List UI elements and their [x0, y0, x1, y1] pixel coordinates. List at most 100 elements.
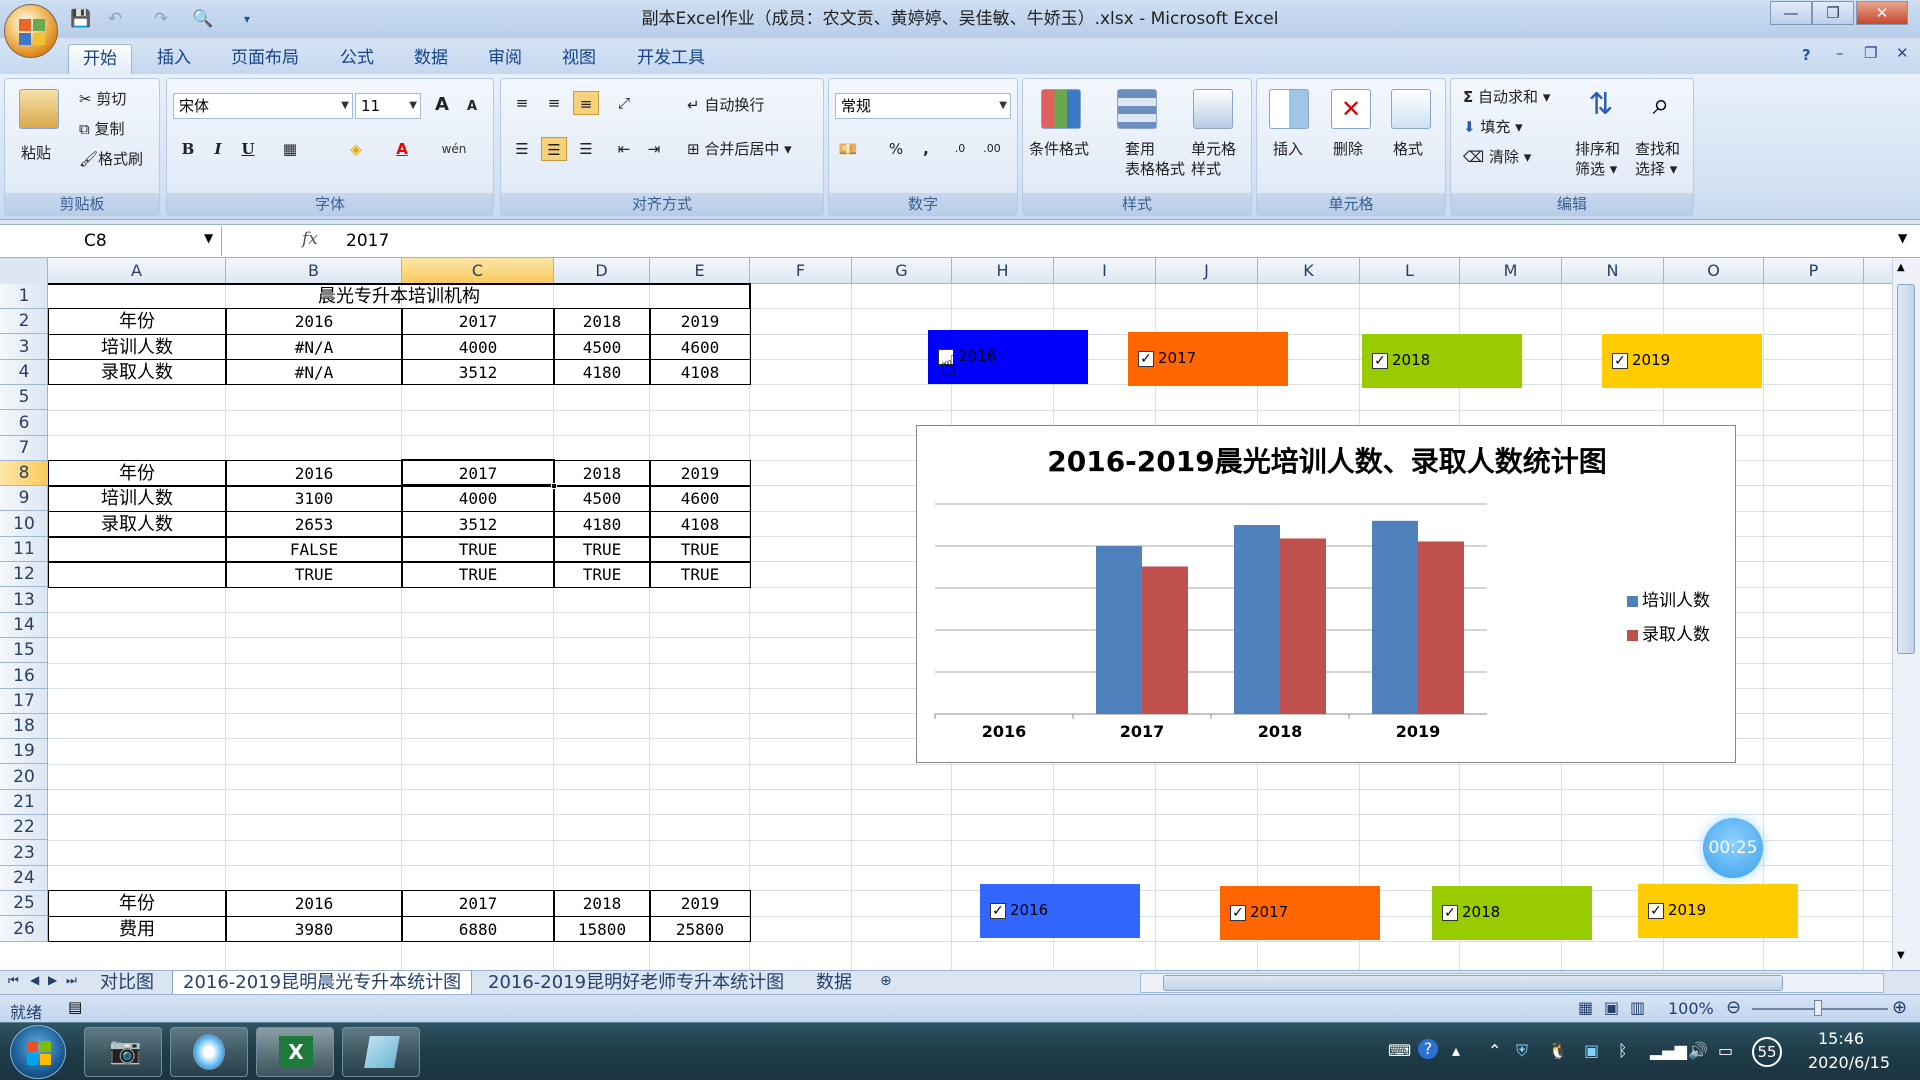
- row-header-26[interactable]: 26: [0, 917, 48, 942]
- row-header-15[interactable]: 15: [0, 638, 48, 664]
- checkbox-2018-top[interactable]: ✓ 2018: [1362, 334, 1522, 388]
- checkbox-box[interactable]: ✓: [1372, 353, 1388, 369]
- checkbox-2019-top[interactable]: ✓ 2019: [1602, 334, 1762, 388]
- column-header-i[interactable]: I: [1054, 258, 1156, 284]
- cell-C4[interactable]: 3512: [402, 360, 554, 385]
- row-header-25[interactable]: 25: [0, 891, 48, 917]
- start-button[interactable]: [10, 1025, 66, 1079]
- h-scroll-thumb[interactable]: [1163, 975, 1783, 991]
- copy-button[interactable]: ⧉ 复制: [79, 119, 125, 139]
- row-header-7[interactable]: 7: [0, 436, 48, 461]
- chevron-down-icon[interactable]: ▼: [204, 231, 213, 245]
- cell-styles-button[interactable]: 单元格 样式: [1191, 139, 1236, 179]
- cell-E10[interactable]: 4108: [650, 512, 750, 537]
- row-header-3[interactable]: 3: [0, 335, 48, 360]
- row-header-16[interactable]: 16: [0, 664, 48, 689]
- row-header-2[interactable]: 2: [0, 309, 48, 335]
- checkbox-box[interactable]: ✓: [990, 903, 1006, 919]
- decrease-decimal-button[interactable]: .00: [979, 137, 1005, 161]
- tab-review[interactable]: 审阅: [478, 44, 532, 74]
- column-header-k[interactable]: K: [1258, 258, 1360, 284]
- orientation-icon[interactable]: ⤢: [611, 91, 637, 115]
- clock-date[interactable]: 2020/6/15: [1808, 1053, 1890, 1072]
- horizontal-scrollbar[interactable]: [1140, 973, 1884, 993]
- chart-bar-training-2018[interactable]: [1234, 525, 1280, 714]
- insert-cells-button[interactable]: 插入: [1273, 139, 1303, 159]
- cell-A3[interactable]: 培训人数: [48, 335, 226, 360]
- normal-view-icon[interactable]: ▦: [1578, 998, 1593, 1017]
- next-sheet-icon[interactable]: ▶: [48, 973, 57, 987]
- cell-B9[interactable]: 3100: [226, 486, 402, 511]
- row-header-18[interactable]: 18: [0, 714, 48, 740]
- zoom-in-icon[interactable]: ⊕: [1892, 997, 1907, 1018]
- cell-B4[interactable]: #N/A: [226, 360, 402, 385]
- clock-time[interactable]: 15:46: [1818, 1029, 1864, 1048]
- row-header-1[interactable]: 1: [0, 284, 48, 309]
- cell-A25[interactable]: 年份: [48, 891, 226, 916]
- cell-D3[interactable]: 4500: [554, 335, 650, 360]
- cell-C2[interactable]: 2017: [402, 309, 554, 334]
- column-header-c[interactable]: C: [402, 258, 554, 284]
- clear-button[interactable]: ⌫ 清除 ▾: [1463, 147, 1531, 167]
- tray-arrow-icon[interactable]: ▴: [1452, 1041, 1460, 1060]
- align-top-icon[interactable]: ≡: [509, 91, 535, 115]
- taskbar-camera-app[interactable]: 📷: [84, 1027, 162, 1077]
- merge-center-button[interactable]: ⊞ 合并后居中 ▾: [687, 139, 792, 159]
- tab-insert[interactable]: 插入: [146, 44, 202, 74]
- column-header-e[interactable]: E: [650, 258, 750, 284]
- conditional-format-button[interactable]: 条件格式: [1029, 139, 1089, 159]
- fill-handle[interactable]: [551, 483, 557, 490]
- cell-E9[interactable]: 4600: [650, 486, 750, 511]
- last-sheet-icon[interactable]: ⏭: [66, 973, 77, 988]
- tab-view[interactable]: 视图: [552, 44, 606, 74]
- scroll-down-icon[interactable]: ▼: [1897, 950, 1905, 961]
- volume-icon[interactable]: 🔊: [1688, 1041, 1708, 1060]
- cell-A4[interactable]: 录取人数: [48, 360, 226, 385]
- qq-icon[interactable]: 🐧: [1548, 1041, 1568, 1060]
- macro-record-icon[interactable]: ▤: [68, 998, 82, 1016]
- cell-D10[interactable]: 4180: [554, 512, 650, 537]
- zoom-slider-thumb[interactable]: [1814, 1000, 1822, 1016]
- increase-indent-icon[interactable]: ⇥: [641, 137, 667, 161]
- column-header-f[interactable]: F: [750, 258, 852, 284]
- column-header-h[interactable]: H: [952, 258, 1054, 284]
- cell-A10[interactable]: 录取人数: [48, 512, 226, 537]
- cell-B8[interactable]: 2016: [226, 461, 402, 486]
- cell-E25[interactable]: 2019: [650, 891, 750, 916]
- row-header-21[interactable]: 21: [0, 790, 48, 815]
- paste-icon[interactable]: [19, 89, 59, 129]
- bluetooth-icon[interactable]: ᛒ: [1618, 1041, 1628, 1060]
- row-header-9[interactable]: 9: [0, 486, 48, 512]
- cell-D25[interactable]: 2018: [554, 891, 650, 916]
- row-header-17[interactable]: 17: [0, 689, 48, 714]
- format-cells-button[interactable]: 格式: [1393, 139, 1423, 159]
- zoom-out-icon[interactable]: ⊖: [1726, 997, 1741, 1018]
- accounting-icon[interactable]: 💴: [835, 137, 861, 161]
- row-header-24[interactable]: 24: [0, 866, 48, 891]
- column-header-g[interactable]: G: [852, 258, 952, 284]
- cell-C11[interactable]: TRUE: [402, 537, 554, 562]
- checkbox-box[interactable]: ✓: [1138, 351, 1154, 367]
- cell-D12[interactable]: TRUE: [554, 562, 650, 587]
- checkbox-2017-bottom[interactable]: ✓ 2017: [1220, 886, 1380, 940]
- delete-cells-button[interactable]: 删除: [1333, 139, 1363, 159]
- cell-B2[interactable]: 2016: [226, 309, 402, 334]
- column-header-d[interactable]: D: [554, 258, 650, 284]
- scroll-thumb[interactable]: [1897, 284, 1915, 654]
- number-format-select[interactable]: 常规 ▼: [835, 93, 1011, 119]
- cell-B25[interactable]: 2016: [226, 891, 402, 916]
- align-middle-icon[interactable]: ≡: [541, 91, 567, 115]
- column-header-b[interactable]: B: [226, 258, 402, 284]
- row-header-22[interactable]: 22: [0, 815, 48, 841]
- cell-E3[interactable]: 4600: [650, 335, 750, 360]
- office-button[interactable]: [4, 4, 58, 58]
- page-break-view-icon[interactable]: ▥: [1630, 998, 1645, 1017]
- worksheet[interactable]: ABCDEFGHIJKLMNOP 1 2 3 4 5 6 7 8 9 10 11 12 13 14 15 16…: [0, 258, 1920, 970]
- cell-E4[interactable]: 4108: [650, 360, 750, 385]
- ribbon-minimize-icon[interactable]: –: [1836, 44, 1844, 62]
- zoom-level[interactable]: 100%: [1668, 999, 1714, 1018]
- signal-icon[interactable]: ▂▄▆: [1650, 1041, 1687, 1060]
- cell-A9[interactable]: 培训人数: [48, 486, 226, 511]
- name-box[interactable]: C8: [0, 226, 222, 256]
- checkbox-2019-bottom[interactable]: ✓ 2019: [1638, 884, 1798, 938]
